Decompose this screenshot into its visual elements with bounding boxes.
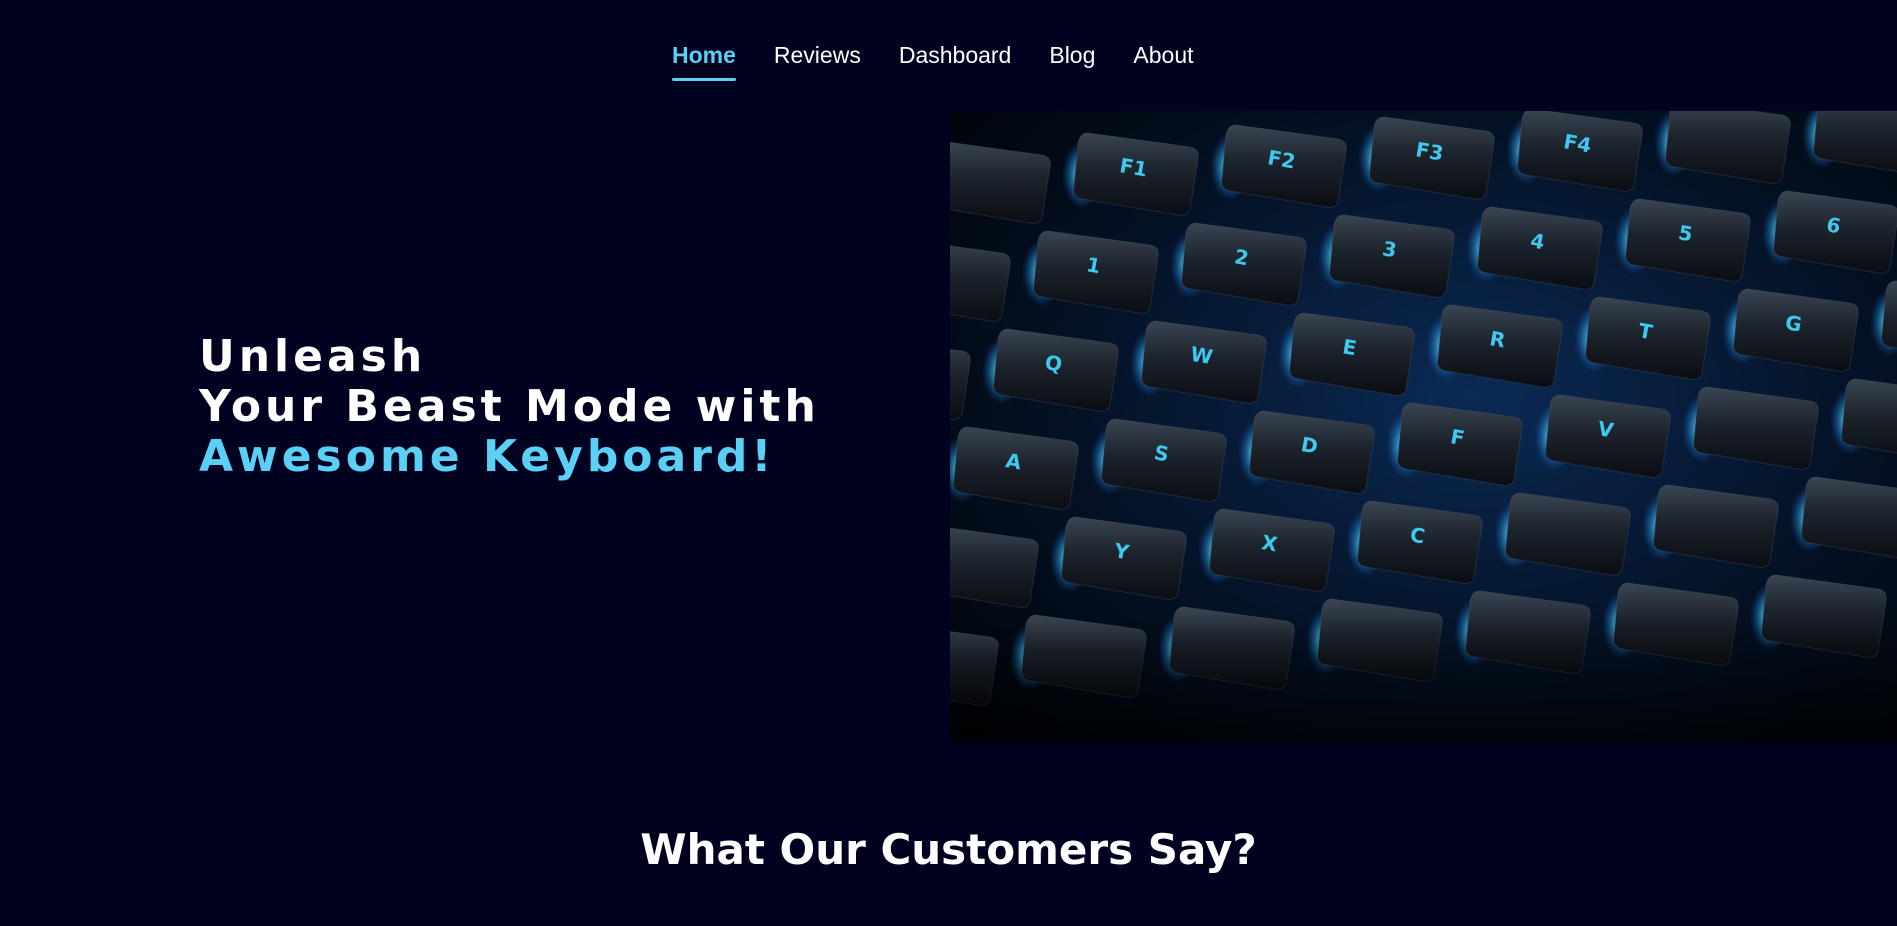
keyboard-photo: F1F2F3F4123456TQWERTGASDFVYXC <box>950 111 1897 743</box>
nav-item-reviews[interactable]: Reviews <box>774 40 861 70</box>
hero-line-2: Your Beast Mode with <box>199 381 820 432</box>
section-title-testimonials: What Our Customers Say? <box>640 825 1257 874</box>
nav-item-dashboard[interactable]: Dashboard <box>899 40 1012 70</box>
nav-item-blog[interactable]: Blog <box>1049 40 1095 70</box>
nav-item-home[interactable]: Home <box>672 40 736 81</box>
keyboard-illustration: F1F2F3F4123456TQWERTGASDFVYXC <box>950 111 1897 743</box>
top-nav: Home Reviews Dashboard Blog About <box>0 0 1897 100</box>
page: Home Reviews Dashboard Blog About Unleas… <box>0 0 1897 926</box>
hero-line-3: Awesome Keyboard! <box>199 431 776 482</box>
nav-list: Home Reviews Dashboard Blog About <box>672 40 1232 81</box>
hero-line-1: Unleash <box>199 331 427 382</box>
nav-item-about[interactable]: About <box>1133 40 1193 70</box>
hero-headline: Unleash Your Beast Mode with Awesome Key… <box>199 332 820 482</box>
